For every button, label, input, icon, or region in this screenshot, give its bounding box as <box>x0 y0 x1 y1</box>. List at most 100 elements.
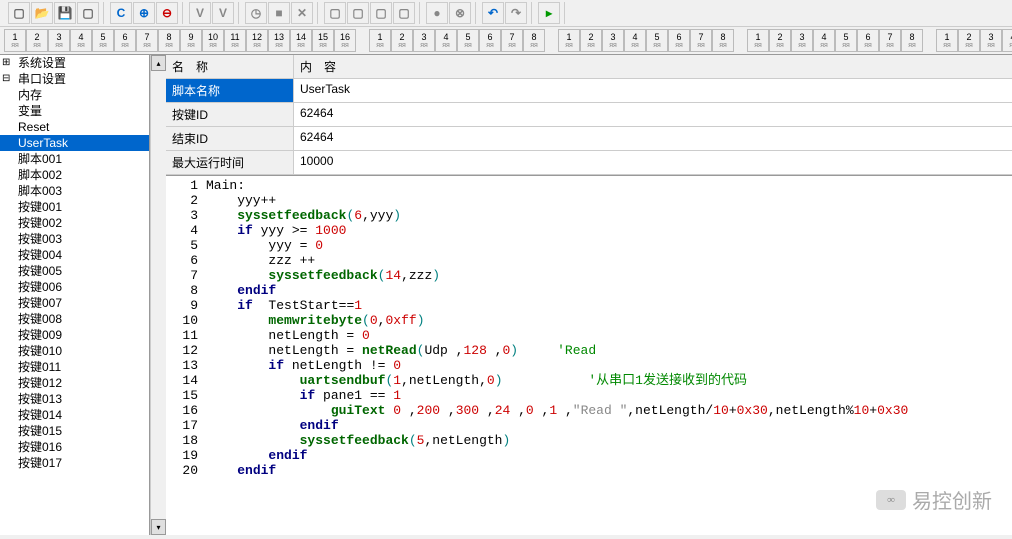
line-code[interactable]: Main: <box>206 178 1012 193</box>
num-btn-1-13[interactable]: 13яя <box>268 29 290 52</box>
property-row-0[interactable]: 脚本名称UserTask <box>166 79 1012 103</box>
num-btn-3-5[interactable]: 5яя <box>646 29 668 52</box>
tree-scrollbar[interactable]: ▴ ▾ <box>150 55 166 535</box>
code-line-17[interactable]: 17 endif <box>166 418 1012 433</box>
tree-item-7[interactable]: 脚本002 <box>0 167 149 183</box>
code-line-9[interactable]: 9 if TestStart==1 <box>166 298 1012 313</box>
line-code[interactable]: endif <box>206 463 1012 478</box>
prop-value-3[interactable]: 10000 <box>294 151 1012 174</box>
stop2-icon[interactable]: ⊗ <box>449 2 471 24</box>
code-line-10[interactable]: 10 memwritebyte(0,0xff) <box>166 313 1012 328</box>
num-btn-3-8[interactable]: 8яя <box>712 29 734 52</box>
code-line-13[interactable]: 13 if netLength != 0 <box>166 358 1012 373</box>
property-row-3[interactable]: 最大运行时间10000 <box>166 151 1012 175</box>
tree-item-23[interactable]: 按键015 <box>0 423 149 439</box>
d2-icon[interactable]: ▢ <box>347 2 369 24</box>
prop-value-1[interactable]: 62464 <box>294 103 1012 126</box>
tree-item-0[interactable]: 系统设置 <box>0 55 149 71</box>
line-code[interactable]: endif <box>206 283 1012 298</box>
property-row-1[interactable]: 按键ID62464 <box>166 103 1012 127</box>
line-code[interactable]: syssetfeedback(5,netLength) <box>206 433 1012 448</box>
print-icon[interactable]: ▢ <box>77 2 99 24</box>
property-row-2[interactable]: 结束ID62464 <box>166 127 1012 151</box>
code-line-19[interactable]: 19 endif <box>166 448 1012 463</box>
num-btn-1-15[interactable]: 15яя <box>312 29 334 52</box>
tree-item-15[interactable]: 按键007 <box>0 295 149 311</box>
num-btn-1-6[interactable]: 6яя <box>114 29 136 52</box>
num-btn-2-8[interactable]: 8яя <box>523 29 545 52</box>
code-editor[interactable]: 1Main:2 yyy++3 syssetfeedback(6,yyy)4 if… <box>166 176 1012 535</box>
num-btn-2-3[interactable]: 3яя <box>413 29 435 52</box>
num-btn-5-4[interactable]: 4яя <box>1002 29 1012 52</box>
line-code[interactable]: zzz ++ <box>206 253 1012 268</box>
minus-icon[interactable]: ⊖ <box>156 2 178 24</box>
code-line-1[interactable]: 1Main: <box>166 178 1012 193</box>
tree-item-17[interactable]: 按键009 <box>0 327 149 343</box>
code-line-5[interactable]: 5 yyy = 0 <box>166 238 1012 253</box>
tree-item-9[interactable]: 按键001 <box>0 199 149 215</box>
tree-item-1[interactable]: 串口设置 <box>0 71 149 87</box>
line-code[interactable]: if netLength != 0 <box>206 358 1012 373</box>
line-code[interactable]: if TestStart==1 <box>206 298 1012 313</box>
open-icon[interactable]: 📂 <box>31 2 53 24</box>
tree-item-16[interactable]: 按键008 <box>0 311 149 327</box>
redo-icon[interactable]: ↷ <box>505 2 527 24</box>
record-icon[interactable]: ● <box>426 2 448 24</box>
new-icon[interactable]: ▢ <box>8 2 30 24</box>
line-code[interactable]: if yyy >= 1000 <box>206 223 1012 238</box>
num-btn-1-8[interactable]: 8яя <box>158 29 180 52</box>
num-btn-5-3[interactable]: 3яя <box>980 29 1002 52</box>
num-btn-1-11[interactable]: 11яя <box>224 29 246 52</box>
tree-item-21[interactable]: 按键013 <box>0 391 149 407</box>
line-code[interactable]: yyy++ <box>206 193 1012 208</box>
tree-item-6[interactable]: 脚本001 <box>0 151 149 167</box>
num-btn-4-4[interactable]: 4яя <box>813 29 835 52</box>
v2-icon[interactable]: V <box>212 2 234 24</box>
num-btn-3-2[interactable]: 2яя <box>580 29 602 52</box>
tree-item-11[interactable]: 按键003 <box>0 231 149 247</box>
num-btn-2-5[interactable]: 5яя <box>457 29 479 52</box>
tree-panel[interactable]: 系统设置串口设置内存变量ResetUserTask脚本001脚本002脚本003… <box>0 55 150 535</box>
num-btn-1-3[interactable]: 3яя <box>48 29 70 52</box>
line-code[interactable]: endif <box>206 418 1012 433</box>
d4-icon[interactable]: ▢ <box>393 2 415 24</box>
num-btn-3-7[interactable]: 7яя <box>690 29 712 52</box>
scroll-track[interactable] <box>151 71 166 519</box>
line-code[interactable]: syssetfeedback(6,yyy) <box>206 208 1012 223</box>
code-line-3[interactable]: 3 syssetfeedback(6,yyy) <box>166 208 1012 223</box>
code-line-7[interactable]: 7 syssetfeedback(14,zzz) <box>166 268 1012 283</box>
line-code[interactable]: if pane1 == 1 <box>206 388 1012 403</box>
num-btn-1-9[interactable]: 9яя <box>180 29 202 52</box>
num-btn-1-12[interactable]: 12яя <box>246 29 268 52</box>
c-icon[interactable]: C <box>110 2 132 24</box>
tree-item-25[interactable]: 按键017 <box>0 455 149 471</box>
code-line-20[interactable]: 20 endif <box>166 463 1012 478</box>
code-line-14[interactable]: 14 uartsendbuf(1,netLength,0) '从串口1发送接收到… <box>166 373 1012 388</box>
num-btn-3-1[interactable]: 1яя <box>558 29 580 52</box>
run-icon[interactable]: ▸ <box>538 2 560 24</box>
num-btn-4-7[interactable]: 7яя <box>879 29 901 52</box>
plus-icon[interactable]: ⊕ <box>133 2 155 24</box>
num-btn-4-3[interactable]: 3яя <box>791 29 813 52</box>
d3-icon[interactable]: ▢ <box>370 2 392 24</box>
d1-icon[interactable]: ▢ <box>324 2 346 24</box>
tree-item-19[interactable]: 按键011 <box>0 359 149 375</box>
num-btn-1-16[interactable]: 16яя <box>334 29 356 52</box>
stop-icon[interactable]: ■ <box>268 2 290 24</box>
num-btn-1-2[interactable]: 2яя <box>26 29 48 52</box>
num-btn-2-1[interactable]: 1яя <box>369 29 391 52</box>
line-code[interactable]: endif <box>206 448 1012 463</box>
code-line-16[interactable]: 16 guiText 0 ,200 ,300 ,24 ,0 ,1 ,"Read … <box>166 403 1012 418</box>
code-line-8[interactable]: 8 endif <box>166 283 1012 298</box>
tree-item-14[interactable]: 按键006 <box>0 279 149 295</box>
tree-item-12[interactable]: 按键004 <box>0 247 149 263</box>
num-btn-1-1[interactable]: 1яя <box>4 29 26 52</box>
tree-item-20[interactable]: 按键012 <box>0 375 149 391</box>
tree-item-22[interactable]: 按键014 <box>0 407 149 423</box>
num-btn-2-7[interactable]: 7яя <box>501 29 523 52</box>
num-btn-5-1[interactable]: 1яя <box>936 29 958 52</box>
num-btn-3-3[interactable]: 3яя <box>602 29 624 52</box>
num-btn-5-2[interactable]: 2яя <box>958 29 980 52</box>
scroll-down-icon[interactable]: ▾ <box>151 519 166 535</box>
num-btn-1-10[interactable]: 10яя <box>202 29 224 52</box>
